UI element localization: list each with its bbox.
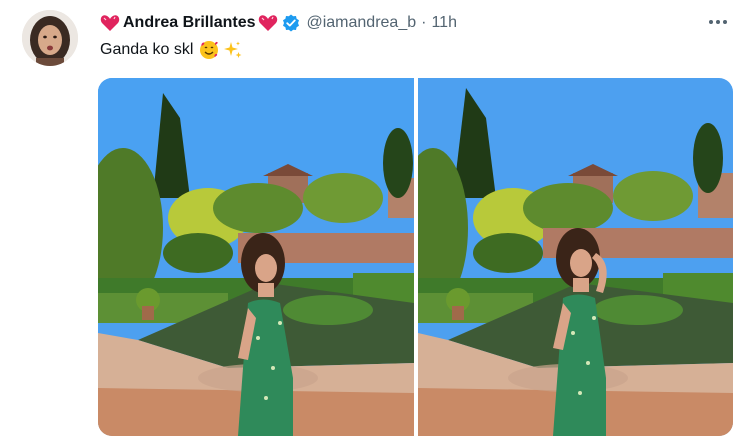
separator-dot: ·: [421, 14, 427, 31]
author-handle[interactable]: @iamandrea_b: [306, 14, 416, 32]
photo-1[interactable]: [98, 78, 414, 436]
tweet-text-content: Ganda ko skl: [100, 41, 194, 58]
tweet-header: Andrea Brillantes @iamandrea_b · 11h: [100, 12, 730, 34]
smiling-face-with-hearts-emoji-icon: [199, 40, 219, 60]
more-icon[interactable]: [706, 10, 730, 34]
heart-emoji-icon: [258, 14, 278, 32]
timestamp[interactable]: 11h: [431, 14, 457, 32]
photo-2[interactable]: [417, 78, 734, 436]
tweet-text: Ganda ko skl: [100, 40, 243, 60]
heart-emoji-icon: [100, 14, 120, 32]
author-name[interactable]: Andrea Brillantes: [123, 14, 255, 32]
tweet: Andrea Brillantes @iamandrea_b · 11h Gan…: [0, 0, 750, 440]
avatar[interactable]: [22, 10, 78, 66]
sparkles-emoji-icon: [223, 40, 243, 60]
tweet-media: [98, 78, 733, 436]
verified-badge-icon: [282, 14, 300, 32]
